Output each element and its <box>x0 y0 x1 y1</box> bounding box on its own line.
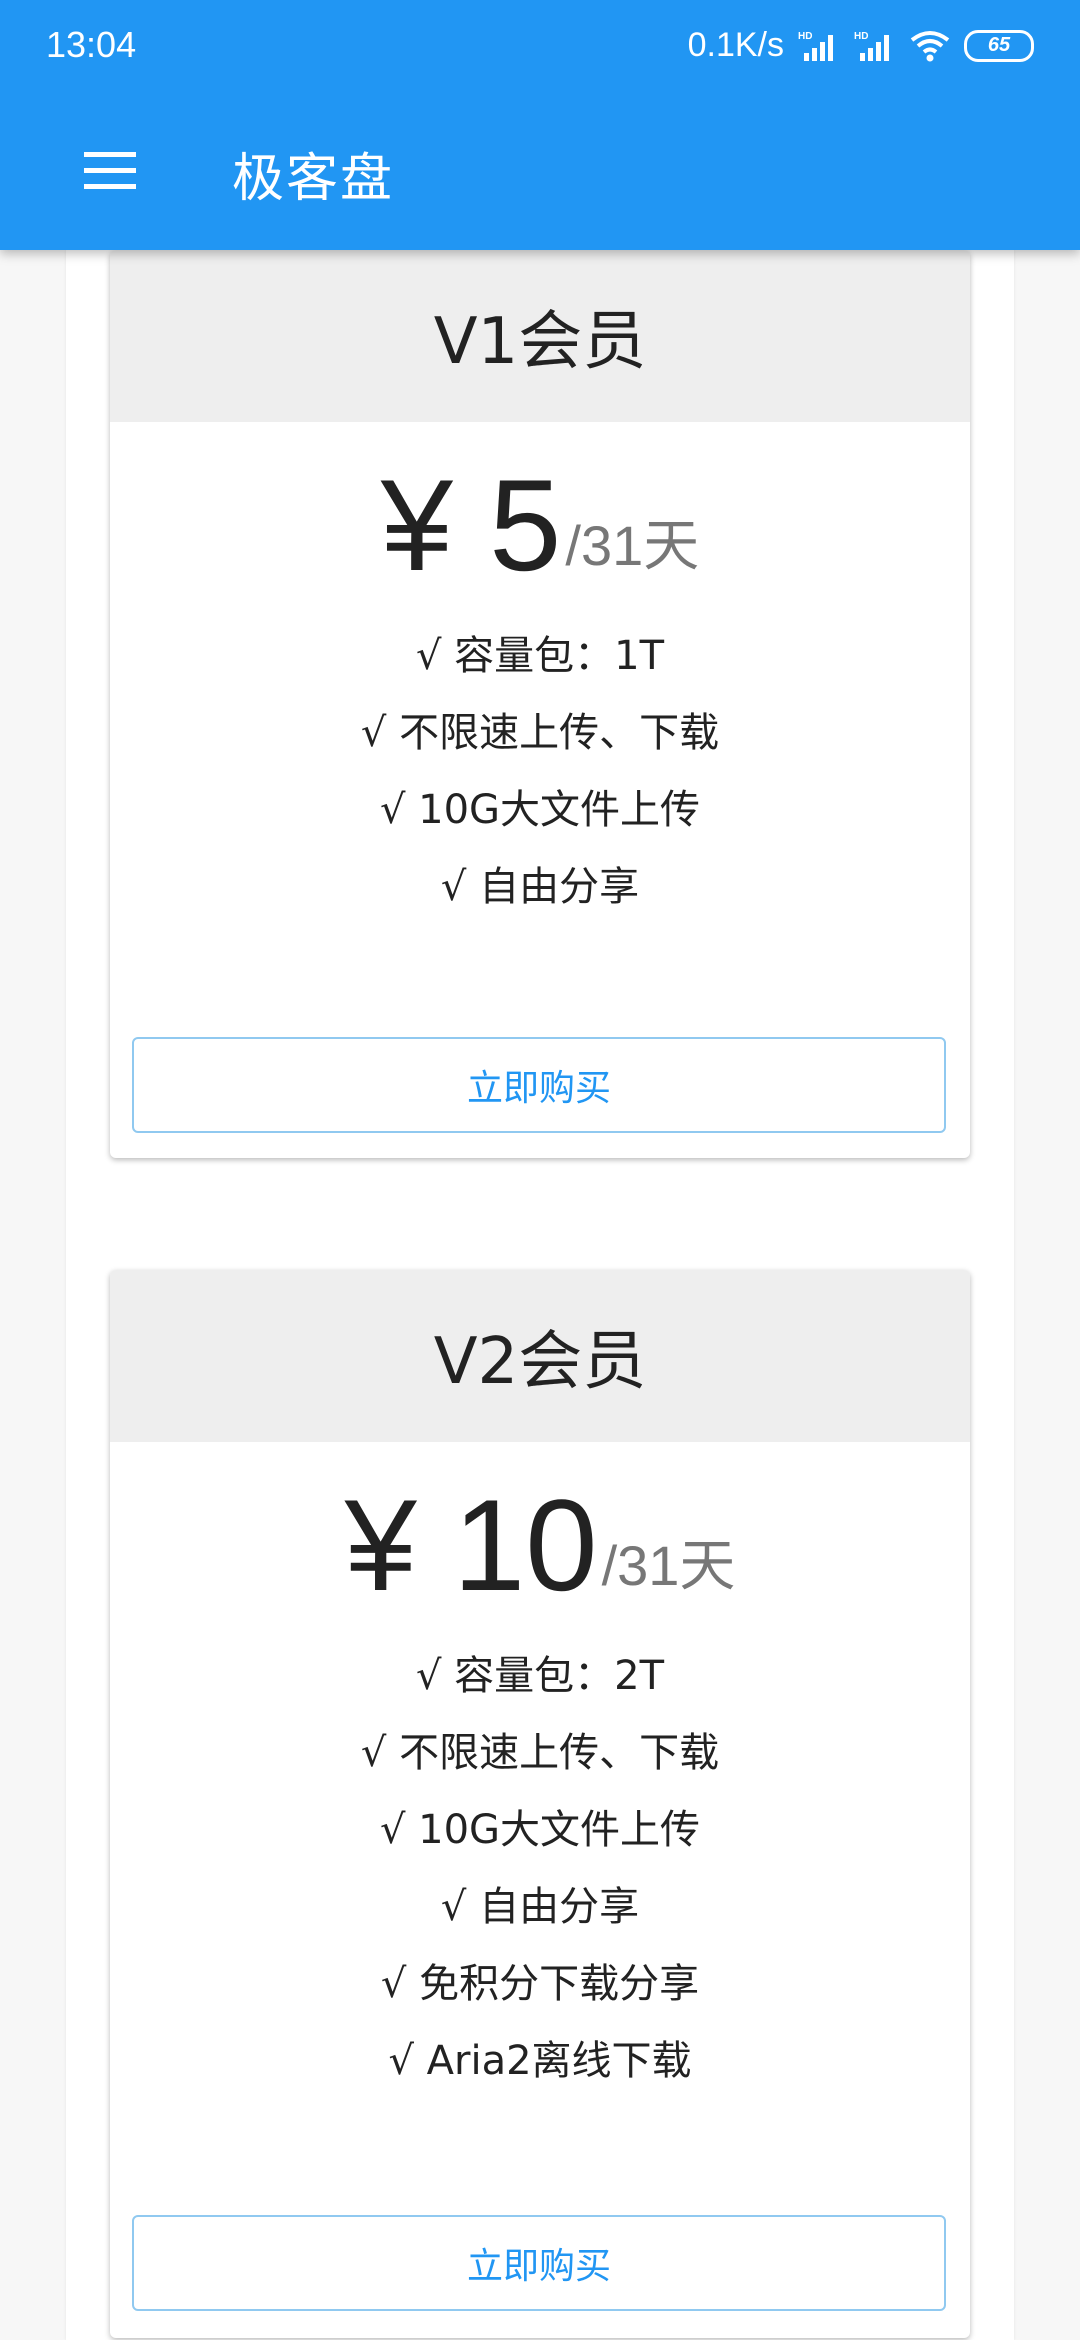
price-row: ¥ 10 /31天 <box>110 1442 970 1610</box>
feature-item: √ 10G大文件上传 <box>379 787 701 833</box>
status-indicators: 0.1K/s HD HD 65 <box>688 26 1034 65</box>
feature-item: √ Aria2离线下载 <box>388 2038 692 2084</box>
battery-icon: 65 <box>964 29 1034 62</box>
wifi-icon <box>910 30 950 61</box>
feature-item: √ 自由分享 <box>440 1884 640 1930</box>
svg-text:HD: HD <box>854 31 868 42</box>
app-bar: 13:04 0.1K/s HD HD 65 极客盘 <box>0 0 1080 250</box>
svg-text:HD: HD <box>798 31 812 42</box>
feature-item: √ 容量包：1T <box>415 633 665 679</box>
app-title: 极客盘 <box>232 149 395 209</box>
feature-list: √ 容量包：1T √ 不限速上传、下载 √ 10G大文件上传 √ 自由分享 <box>110 618 970 926</box>
toolbar: 极客盘 <box>0 92 1080 250</box>
price-value: ¥ 5 <box>380 452 562 598</box>
plan-title: V1会员 <box>110 250 970 422</box>
plan-title: V2会员 <box>110 1270 970 1442</box>
feature-item: √ 不限速上传、下载 <box>360 1730 720 1776</box>
price-period: /31天 <box>565 514 700 577</box>
price-value: ¥ 10 <box>344 1472 598 1618</box>
price-row: ¥ 5 /31天 <box>110 422 970 590</box>
feature-item: √ 自由分享 <box>440 864 640 910</box>
feature-item: √ 免积分下载分享 <box>380 1961 700 2007</box>
buy-now-button[interactable]: 立即购买 <box>132 2215 946 2311</box>
price-period: /31天 <box>601 1534 736 1597</box>
feature-item: √ 容量包：2T <box>415 1653 665 1699</box>
hamburger-menu-icon[interactable] <box>84 152 136 190</box>
feature-list: √ 容量包：2T √ 不限速上传、下载 √ 10G大文件上传 √ 自由分享 √ … <box>110 1638 970 2100</box>
hd-signal-icon: HD <box>854 31 889 61</box>
feature-item: √ 10G大文件上传 <box>379 1807 701 1853</box>
plan-card-v1: V1会员 ¥ 5 /31天 √ 容量包：1T √ 不限速上传、下载 √ 10G大… <box>110 250 970 1158</box>
status-time: 13:04 <box>46 24 137 65</box>
status-bar: 13:04 0.1K/s HD HD 65 <box>0 0 1080 92</box>
hd-signal-icon: HD <box>798 31 833 61</box>
buy-now-button[interactable]: 立即购买 <box>132 1037 946 1133</box>
plan-card-v2: V2会员 ¥ 10 /31天 √ 容量包：2T √ 不限速上传、下载 √ 10G… <box>110 1270 970 2338</box>
network-speed: 0.1K/s <box>687 26 784 64</box>
feature-item: √ 不限速上传、下载 <box>360 710 720 756</box>
